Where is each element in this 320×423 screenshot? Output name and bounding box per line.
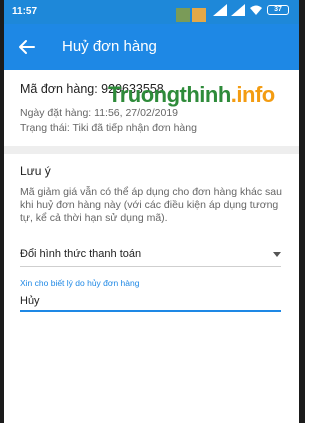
right-bezel	[299, 0, 305, 423]
watermark-text-2: .info	[230, 82, 275, 107]
reason-field: Xin cho biết lý do hủy đơn hàng Hủy	[20, 278, 281, 312]
reason-select-value: Đổi hình thức thanh toán	[20, 248, 142, 260]
status-icons: 37	[213, 4, 289, 16]
status-bar: 11:57 37	[4, 0, 299, 24]
section-divider	[4, 146, 299, 154]
reason-input-value: Hủy	[20, 295, 40, 307]
reason-select[interactable]: Đổi hình thức thanh toán	[20, 244, 281, 267]
phone-screen: 11:57 37 Huỷ đơn hàng Mã đơn hàng: 92963…	[0, 0, 305, 423]
watermark-square-1	[176, 8, 190, 22]
signal-icon-2	[231, 4, 245, 16]
battery-level: 37	[274, 6, 282, 13]
order-status: Trạng thái: Tiki đã tiếp nhận đơn hàng	[20, 122, 197, 134]
battery-icon: 37	[267, 5, 289, 15]
page-title: Huỷ đơn hàng	[62, 38, 157, 55]
wifi-icon	[250, 5, 262, 15]
watermark-text-1: Truongthinh	[108, 82, 231, 107]
cancel-form: Lưu ý Mã giảm giá vẫn có thể áp dụng cho…	[4, 154, 299, 423]
order-info: Mã đơn hàng: 929633558 Ngày đặt hàng: 11…	[4, 70, 299, 146]
status-time: 11:57	[12, 6, 38, 17]
back-arrow-icon[interactable]	[16, 36, 38, 58]
watermark-square-2	[192, 8, 206, 22]
watermark-logo: Truongthinh.info	[108, 82, 275, 108]
order-date: Ngày đặt hàng: 11:56, 27/02/2019	[20, 107, 179, 119]
dropdown-caret-icon	[273, 252, 281, 257]
note-text: Mã giảm giá vẫn có thể áp dụng cho đơn h…	[20, 186, 282, 224]
reason-field-label: Xin cho biết lý do hủy đơn hàng	[20, 278, 140, 288]
app-bar: Huỷ đơn hàng	[4, 24, 299, 70]
note-title: Lưu ý	[20, 164, 51, 178]
reason-input[interactable]: Hủy	[20, 292, 281, 312]
signal-icon	[213, 4, 227, 16]
